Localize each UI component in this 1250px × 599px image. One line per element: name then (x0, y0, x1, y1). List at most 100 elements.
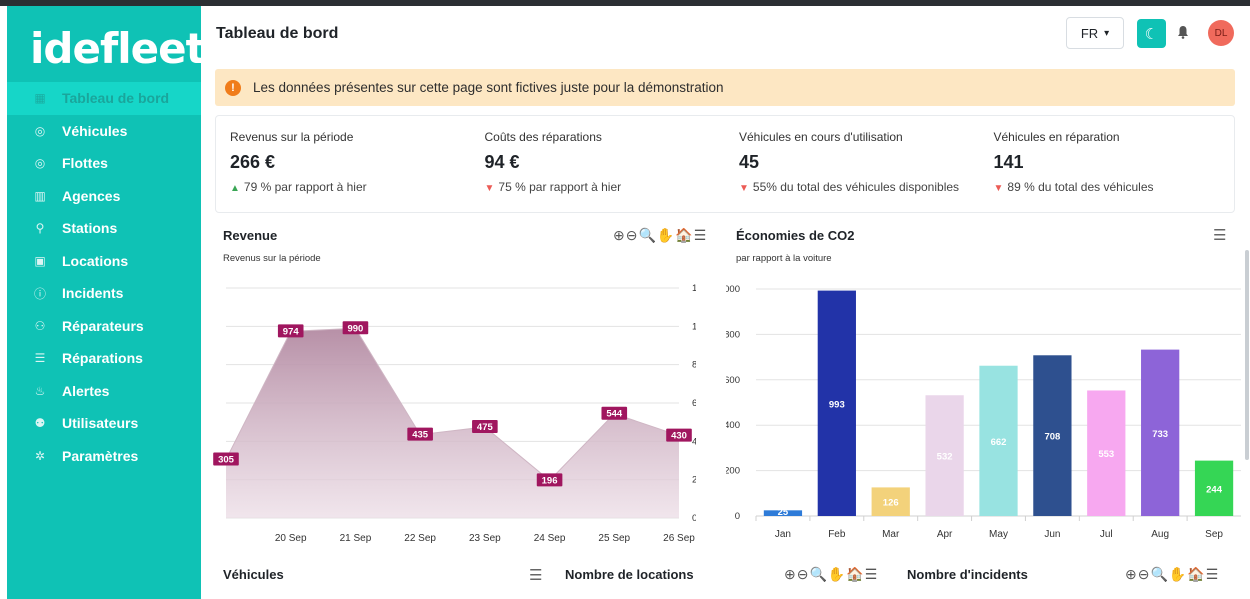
y-tick-label: 1000 (692, 321, 696, 332)
x-tick-label: 23 Sep (469, 533, 501, 544)
sidebar-item-icon: ⚲ (35, 221, 45, 236)
pan-home-menu-icons[interactable]: ✋🏠☰ (657, 227, 707, 243)
y-tick-label: 200 (726, 466, 740, 477)
y-tick-label: 600 (692, 398, 696, 409)
x-tick-label: May (989, 529, 1008, 540)
x-tick-label: Apr (937, 529, 953, 540)
x-tick-label: 24 Sep (534, 533, 566, 544)
sidebar-item-icon: ☰ (34, 351, 46, 366)
data-label: 553 (1098, 449, 1114, 460)
sidebar-nav: ▦ Tableau de bord ◎ Véhicules ◎ Flottes ▥ Agenc… (7, 82, 201, 472)
x-tick-label: Aug (1151, 529, 1169, 540)
zoom-select-icon[interactable]: 🔍 (1150, 566, 1168, 582)
trend-down-icon: ▼ (484, 183, 495, 194)
sidebar-item-2[interactable]: ◎ Flottes (7, 147, 201, 180)
y-tick-label: 800 (692, 360, 696, 371)
sidebar-item-0[interactable]: ▦ Tableau de bord (7, 82, 201, 115)
sidebar-item-label: Véhicules (62, 122, 128, 139)
sidebar-item-icon: ▦ (34, 91, 46, 106)
warning-icon: ! (225, 79, 241, 96)
stat-change: ▼ 55% du total des véhicules disponibles (739, 180, 979, 194)
sidebar-item-6[interactable]: ⓘ Incidents (7, 277, 201, 310)
x-tick-label: 21 Sep (340, 533, 372, 544)
y-tick-label: 600 (726, 375, 740, 386)
sidebar-item-1[interactable]: ◎ Véhicules (7, 115, 201, 148)
page-scrollbar[interactable] (1245, 250, 1249, 460)
co2-card-subtitle: par rapport à la voiture (736, 253, 832, 264)
x-tick-label: Jun (1044, 529, 1060, 540)
sidebar-item-10[interactable]: ⚉ Utilisateurs (7, 407, 201, 440)
y-tick-label: 800 (726, 329, 740, 340)
sidebar-item-label: Utilisateurs (62, 415, 139, 432)
sidebar-item-icon: ⓘ (33, 286, 46, 301)
vehicules-card-title: Véhicules (223, 567, 284, 582)
avatar[interactable]: DL (1208, 20, 1234, 46)
data-label: 196 (542, 475, 558, 486)
alert-text: Les données présentes sur cette page son… (253, 80, 724, 95)
stat-change: ▼ 89 % du total des véhicules (994, 180, 1234, 194)
trend-up-icon: ▲ (230, 183, 240, 194)
locations-card-title: Nombre de locations (565, 567, 694, 582)
language-value: FR (1080, 25, 1099, 41)
vehicules-menu-icon[interactable]: ☰ (529, 566, 542, 584)
stat-label: Véhicules en réparation (993, 130, 1120, 144)
sidebar-item-label: Réparations (62, 350, 143, 367)
data-label: 305 (218, 455, 235, 466)
notifications-bell-icon[interactable] (1177, 25, 1189, 42)
sidebar-item-7[interactable]: ⚇ Réparateurs (7, 310, 201, 343)
sidebar-item-icon: ✲ (34, 448, 46, 463)
revenue-card-title: Revenue (223, 228, 278, 243)
stat-label: Coûts des réparations (484, 130, 602, 144)
zoom-in-out-icons[interactable]: ⊕⊖ (784, 566, 809, 582)
sidebar-item-icon: ⚇ (34, 318, 46, 333)
co2-menu-icon[interactable]: ☰ (1213, 226, 1226, 244)
pan-home-menu-icons[interactable]: ✋🏠☰ (1169, 566, 1219, 582)
sidebar-item-3[interactable]: ▥ Agences (7, 180, 201, 213)
trend-down-icon: ▼ (993, 183, 1004, 194)
x-tick-label: 20 Sep (275, 533, 307, 544)
sidebar-item-label: Flottes (62, 155, 108, 172)
sidebar-item-9[interactable]: ♨ Alertes (7, 375, 201, 408)
y-tick-label: 400 (726, 420, 740, 431)
sidebar-item-icon: ♨ (34, 383, 46, 398)
stat-change-text: 89 % du total des véhicules (1007, 180, 1154, 194)
sidebar-item-icon: ▥ (34, 188, 46, 203)
language-select[interactable]: FR ▾ (1066, 17, 1124, 49)
sidebar-item-label: Paramètres (62, 447, 139, 464)
data-label: 544 (606, 409, 623, 420)
stat-change-text: 55% du total des véhicules disponibles (752, 180, 960, 194)
zoom-in-out-icons[interactable]: ⊕⊖ (613, 227, 638, 243)
theme-toggle-button[interactable]: ☾ (1137, 19, 1166, 48)
stat-value: 45 (739, 152, 760, 172)
co2-chart: 0 200 400 600 800 1000 25 Jan 993 Feb 126 Mar 532 Apr… (726, 284, 1241, 540)
data-label: 993 (829, 399, 845, 410)
stat-change-text: 79 % par rapport à hier (243, 180, 367, 194)
data-label: 126 (883, 498, 899, 509)
zoom-select-icon[interactable]: 🔍 (809, 566, 827, 582)
data-label: 708 (1044, 432, 1060, 443)
stat-change-text: 75 % par rapport à hier (498, 180, 622, 194)
app-logo[interactable]: idefleet (30, 24, 206, 73)
sidebar-item-5[interactable]: ▣ Locations (7, 245, 201, 278)
y-tick-label: 0 (692, 513, 696, 524)
x-tick-label: 26 Sep (663, 533, 695, 544)
zoom-in-out-icons[interactable]: ⊕⊖ (1125, 566, 1150, 582)
revenue-card-subtitle: Revenus sur la période (223, 253, 321, 264)
x-tick-label: 25 Sep (598, 533, 630, 544)
y-tick-label: 0 (735, 511, 740, 522)
sidebar-item-label: Incidents (62, 285, 124, 302)
zoom-select-icon[interactable]: 🔍 (638, 227, 656, 243)
sidebar-item-11[interactable]: ✲ Paramètres (7, 440, 201, 473)
sidebar-item-8[interactable]: ☰ Réparations (7, 342, 201, 375)
sidebar-item-4[interactable]: ⚲ Stations (7, 212, 201, 245)
page-title: Tableau de bord (216, 25, 339, 42)
incidents-chart-toolbar: ⊕⊖🔍✋🏠☰ (1125, 566, 1219, 583)
sidebar-item-label: Alertes (62, 382, 110, 399)
x-tick-label: Jul (1100, 529, 1113, 540)
incidents-card-title: Nombre d'incidents (907, 567, 1028, 582)
stats-panel: Revenus sur la période 266 € ▲ 79 % par rap… (215, 115, 1235, 213)
x-tick-label: Jan (775, 529, 791, 540)
sidebar-item-label: Stations (62, 220, 118, 237)
pan-home-menu-icons[interactable]: ✋🏠☰ (828, 566, 878, 582)
stat-card: Véhicules en cours d'utilisation 45 ▼ 55% d… (725, 116, 979, 214)
